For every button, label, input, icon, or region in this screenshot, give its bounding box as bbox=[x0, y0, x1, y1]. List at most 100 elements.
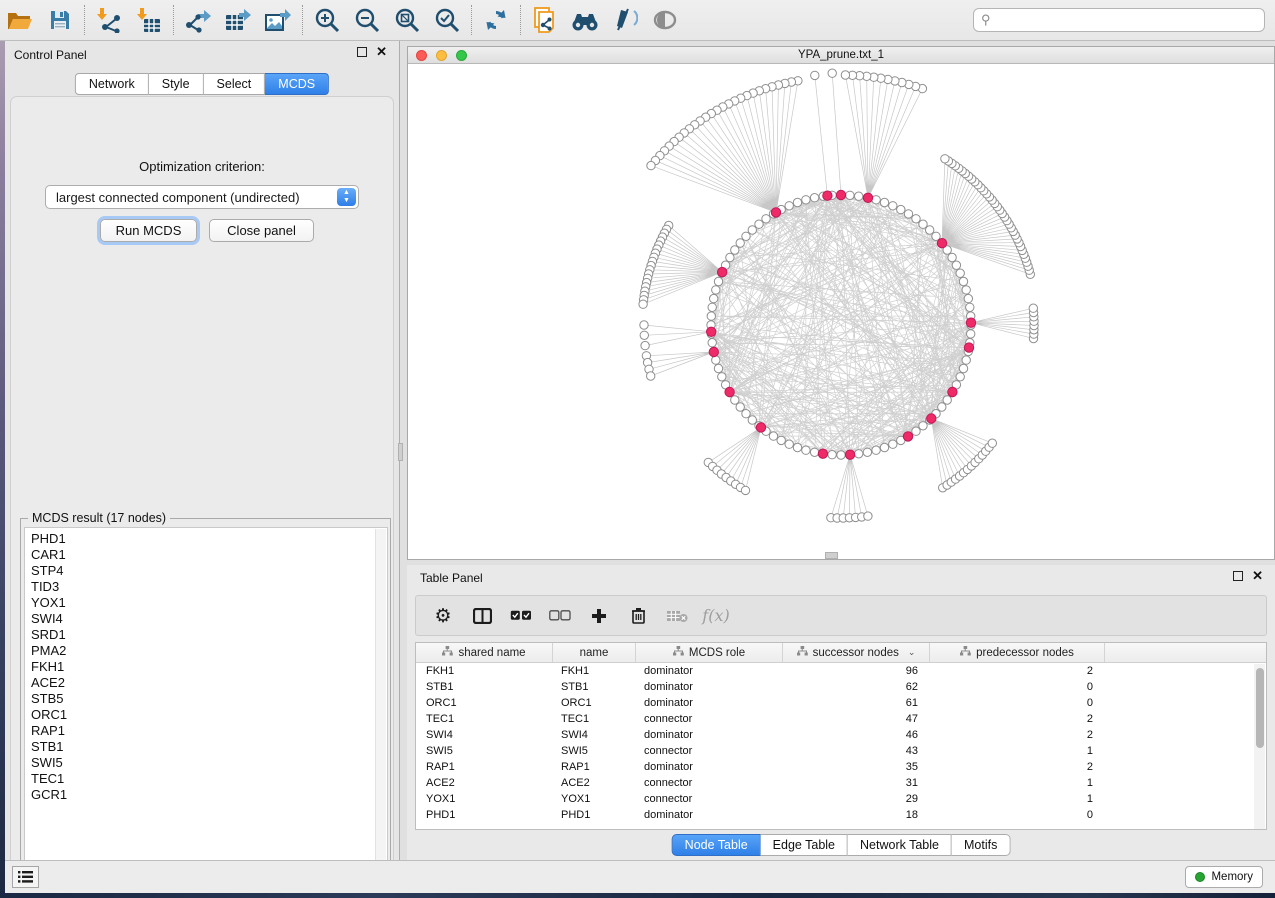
mcds-highlighted-node[interactable] bbox=[823, 191, 832, 200]
network-node[interactable] bbox=[863, 448, 871, 456]
network-node[interactable] bbox=[919, 422, 927, 430]
mcds-result-item[interactable]: YOX1 bbox=[31, 595, 387, 611]
select-all-rows-icon[interactable] bbox=[508, 603, 534, 629]
tab-edge-table[interactable]: Edge Table bbox=[761, 834, 848, 856]
search-box[interactable]: ⚲ bbox=[973, 8, 1265, 32]
network-node[interactable] bbox=[872, 196, 880, 204]
mcds-highlighted-node[interactable] bbox=[836, 190, 845, 199]
network-node[interactable] bbox=[810, 448, 818, 456]
import-network-icon[interactable] bbox=[89, 3, 129, 37]
network-node[interactable] bbox=[880, 443, 888, 451]
clone-network-icon[interactable] bbox=[525, 3, 565, 37]
network-node[interactable] bbox=[785, 440, 793, 448]
column-header-successor-nodes[interactable]: successor nodes⌄ bbox=[783, 643, 930, 662]
search-binoculars-icon[interactable] bbox=[565, 3, 605, 37]
mcds-result-item[interactable]: TID3 bbox=[31, 579, 387, 595]
table-row[interactable]: ORC1ORC1dominator610 bbox=[416, 695, 1266, 711]
network-node[interactable] bbox=[793, 443, 801, 451]
network-node[interactable] bbox=[802, 196, 810, 204]
mcds-result-item[interactable]: GCR1 bbox=[31, 787, 387, 803]
zoom-fit-icon[interactable] bbox=[387, 3, 427, 37]
column-selector-icon[interactable] bbox=[469, 603, 495, 629]
tab-select[interactable]: Select bbox=[204, 73, 266, 95]
function-builder-icon[interactable]: f(x) bbox=[703, 603, 729, 629]
network-node[interactable] bbox=[966, 303, 974, 311]
run-mcds-button[interactable]: Run MCDS bbox=[100, 219, 197, 242]
network-node[interactable] bbox=[837, 451, 845, 459]
mcds-highlighted-node[interactable] bbox=[937, 239, 946, 248]
network-node[interactable] bbox=[889, 440, 897, 448]
network-node[interactable] bbox=[864, 512, 872, 520]
mcds-result-item[interactable]: ORC1 bbox=[31, 707, 387, 723]
table-row[interactable]: TEC1TEC1connector472 bbox=[416, 711, 1266, 727]
mcds-result-item[interactable]: FKH1 bbox=[31, 659, 387, 675]
network-node[interactable] bbox=[948, 253, 956, 261]
network-node[interactable] bbox=[731, 396, 739, 404]
network-node[interactable] bbox=[988, 439, 996, 447]
delete-table-icon[interactable] bbox=[664, 603, 690, 629]
table-row[interactable]: PHD1PHD1dominator180 bbox=[416, 807, 1266, 823]
network-node[interactable] bbox=[811, 71, 819, 79]
import-table-icon[interactable] bbox=[129, 3, 169, 37]
network-node[interactable] bbox=[810, 194, 818, 202]
network-node[interactable] bbox=[802, 446, 810, 454]
mcds-result-item[interactable]: SRD1 bbox=[31, 627, 387, 643]
memory-button[interactable]: Memory bbox=[1185, 866, 1263, 888]
network-node[interactable] bbox=[710, 294, 718, 302]
network-node[interactable] bbox=[748, 226, 756, 234]
mcds-highlighted-node[interactable] bbox=[709, 347, 718, 356]
network-node[interactable] bbox=[762, 215, 770, 223]
mcds-result-item[interactable]: STP4 bbox=[31, 563, 387, 579]
mcds-result-item[interactable]: STB5 bbox=[31, 691, 387, 707]
vertical-split-handle[interactable] bbox=[398, 443, 403, 461]
mcds-highlighted-node[interactable] bbox=[771, 208, 780, 217]
network-node[interactable] bbox=[962, 356, 970, 364]
network-node[interactable] bbox=[919, 220, 927, 228]
mcds-highlighted-node[interactable] bbox=[903, 432, 912, 441]
search-input[interactable] bbox=[991, 10, 1264, 30]
mcds-result-listbox[interactable]: PHD1CAR1STP4TID3YOX1SWI4SRD1PMA2FKH1ACE2… bbox=[24, 527, 388, 887]
tab-mcds[interactable]: MCDS bbox=[265, 73, 329, 95]
mcds-highlighted-node[interactable] bbox=[756, 423, 765, 432]
network-node[interactable] bbox=[736, 403, 744, 411]
zoom-selected-icon[interactable] bbox=[427, 3, 467, 37]
network-node[interactable] bbox=[959, 277, 967, 285]
open-file-icon[interactable] bbox=[0, 3, 40, 37]
mcds-list-scrollbar[interactable] bbox=[375, 529, 386, 887]
network-node[interactable] bbox=[647, 372, 655, 380]
close-panel-icon[interactable]: ✕ bbox=[1252, 571, 1263, 581]
network-node[interactable] bbox=[712, 356, 720, 364]
mcds-highlighted-node[interactable] bbox=[725, 387, 734, 396]
network-node[interactable] bbox=[736, 239, 744, 247]
network-node[interactable] bbox=[938, 403, 946, 411]
network-node[interactable] bbox=[707, 312, 715, 320]
mcds-result-item[interactable]: CAR1 bbox=[31, 547, 387, 563]
network-node[interactable] bbox=[897, 205, 905, 213]
network-node[interactable] bbox=[731, 246, 739, 254]
column-header-name[interactable]: name bbox=[553, 643, 636, 662]
network-node[interactable] bbox=[748, 416, 756, 424]
network-node[interactable] bbox=[726, 253, 734, 261]
export-network-icon[interactable] bbox=[178, 3, 218, 37]
column-header-predecessor-nodes[interactable]: predecessor nodes bbox=[930, 643, 1105, 662]
network-node[interactable] bbox=[941, 155, 949, 163]
mcds-highlighted-node[interactable] bbox=[948, 387, 957, 396]
tab-motifs[interactable]: Motifs bbox=[952, 834, 1010, 856]
table-row[interactable]: ACE2ACE2connector311 bbox=[416, 775, 1266, 791]
mcds-result-item[interactable]: SWI4 bbox=[31, 611, 387, 627]
network-node[interactable] bbox=[904, 210, 912, 218]
mcds-highlighted-node[interactable] bbox=[927, 414, 936, 423]
tab-style[interactable]: Style bbox=[149, 73, 204, 95]
network-node[interactable] bbox=[952, 261, 960, 269]
network-node[interactable] bbox=[967, 330, 975, 338]
network-node[interactable] bbox=[714, 364, 722, 372]
table-settings-icon[interactable]: ⚙ bbox=[430, 603, 456, 629]
mcds-result-item[interactable]: SWI5 bbox=[31, 755, 387, 771]
network-node[interactable] bbox=[1029, 304, 1037, 312]
table-row[interactable]: RAP1RAP1dominator352 bbox=[416, 759, 1266, 775]
network-node[interactable] bbox=[712, 286, 720, 294]
table-row[interactable]: YOX1YOX1connector291 bbox=[416, 791, 1266, 807]
column-header-shared-name[interactable]: shared name bbox=[416, 643, 553, 662]
network-node[interactable] bbox=[846, 191, 854, 199]
network-node[interactable] bbox=[639, 300, 647, 308]
